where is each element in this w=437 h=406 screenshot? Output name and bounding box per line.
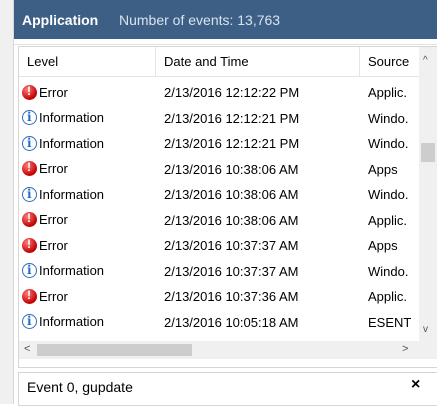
scroll-down-icon[interactable]: v [423,324,428,335]
information-icon [22,263,37,278]
source-cell: Apps [368,161,398,177]
close-icon[interactable]: × [411,376,420,394]
column-header-source[interactable]: Source [368,54,409,69]
column-header-datetime[interactable]: Date and Time [164,54,249,69]
level-cell: Information [22,262,104,280]
level-label: Error [39,161,68,176]
information-icon [22,186,37,202]
events-table[interactable]: Level Date and Time Source Error 2/13/201… [18,46,437,368]
table-row[interactable]: Error 2/13/2016 10:37:37 AM Apps [19,232,419,257]
level-cell: Error [22,160,68,178]
scroll-left-icon[interactable]: < [24,343,30,355]
datetime-cell: 2/13/2016 10:05:18 AM [164,314,299,330]
table-row[interactable]: Error 2/13/2016 10:37:36 AM Applic. [19,283,419,308]
level-label: Information [39,314,105,329]
datetime-cell: 2/13/2016 12:12:21 PM [164,110,300,126]
datetime-cell: 2/13/2016 12:12:22 PM [164,85,300,100]
table-row[interactable]: Information 2/13/2016 12:12:21 PM Windo. [19,105,419,130]
error-icon [22,84,37,100]
datetime-cell: 2/13/2016 12:12:21 PM [164,136,300,151]
scroll-up-icon[interactable]: ^ [423,55,428,66]
event-log-panel: Application Number of events: 13,763 Lev… [14,0,437,406]
error-icon [22,160,37,176]
error-icon [22,237,37,253]
source-cell: Apps [368,238,398,253]
level-cell: Error [22,287,68,305]
level-label: Information [39,135,105,151]
scrollbar-corner [419,341,437,359]
log-name: Application [22,12,99,28]
table-row[interactable]: Information 2/13/2016 12:12:21 PM Windo. [19,130,419,155]
level-cell: Error [22,236,68,254]
log-header-bar: Application Number of events: 13,763 [14,0,437,39]
table-row[interactable]: Information 2/13/2016 10:37:37 AM Windo. [19,258,419,283]
source-cell: Windo. [368,136,409,151]
datetime-cell: 2/13/2016 10:37:37 AM [164,263,299,279]
level-cell: Error [22,211,68,229]
error-icon [22,288,37,304]
log-header: Application Number of events: 13,763 [14,0,437,45]
level-label: Error [39,84,68,100]
table-row[interactable]: Information 2/13/2016 10:38:06 AM Windo. [19,181,419,206]
event-detail-title: Event 0, gupdate [27,379,133,395]
level-label: Error [39,288,68,304]
scroll-right-icon[interactable]: > [402,343,408,355]
table-row[interactable]: Error 2/13/2016 10:38:06 AM Apps [19,156,419,181]
vertical-scroll-thumb[interactable] [421,143,435,162]
level-label: Error [39,212,68,227]
level-label: Error [39,237,68,253]
level-cell: Information [22,134,104,152]
table-header: Level Date and Time Source [19,47,419,77]
source-cell: Windo. [368,110,409,126]
vertical-scrollbar[interactable]: ^ v [419,47,437,341]
datetime-cell: 2/13/2016 10:38:06 AM [164,161,299,177]
datetime-cell: 2/13/2016 10:37:37 AM [164,238,299,253]
information-icon [22,135,37,151]
source-cell: Applic. [368,212,408,228]
table-row[interactable]: Error 2/13/2016 12:12:22 PM Applic. [19,79,419,104]
datetime-cell: 2/13/2016 10:37:36 AM [164,289,299,304]
datetime-cell: 2/13/2016 10:38:06 AM [164,187,299,202]
information-icon [22,314,37,329]
source-cell: ESENT [368,314,412,330]
level-cell: Error [22,83,68,101]
level-label: Information [39,263,105,278]
source-cell: Applic. [368,85,408,100]
left-pane-edge [0,0,14,404]
horizontal-scrollbar[interactable]: < > [19,341,419,359]
error-icon [22,211,37,227]
source-cell: Applic. [368,289,408,304]
column-divider[interactable] [359,47,360,76]
event-count: Number of events: 13,763 [119,12,281,28]
level-cell: Information [22,109,104,127]
level-cell: Information [22,313,104,331]
datetime-cell: 2/13/2016 10:38:06 AM [164,212,299,228]
event-detail-header: Event 0, gupdate × [18,372,437,406]
source-cell: Windo. [368,263,409,279]
source-cell: Windo. [368,187,409,202]
level-cell: Information [22,185,104,203]
horizontal-scroll-thumb[interactable] [37,344,192,356]
information-icon [22,110,37,125]
table-row[interactable]: Information 2/13/2016 10:05:18 AM ESENT [19,309,419,334]
level-label: Information [39,110,105,125]
table-row[interactable]: Error 2/13/2016 10:38:06 AM Applic. [19,207,419,232]
column-header-level[interactable]: Level [27,54,58,69]
level-label: Information [39,186,105,202]
column-divider[interactable] [155,47,156,76]
